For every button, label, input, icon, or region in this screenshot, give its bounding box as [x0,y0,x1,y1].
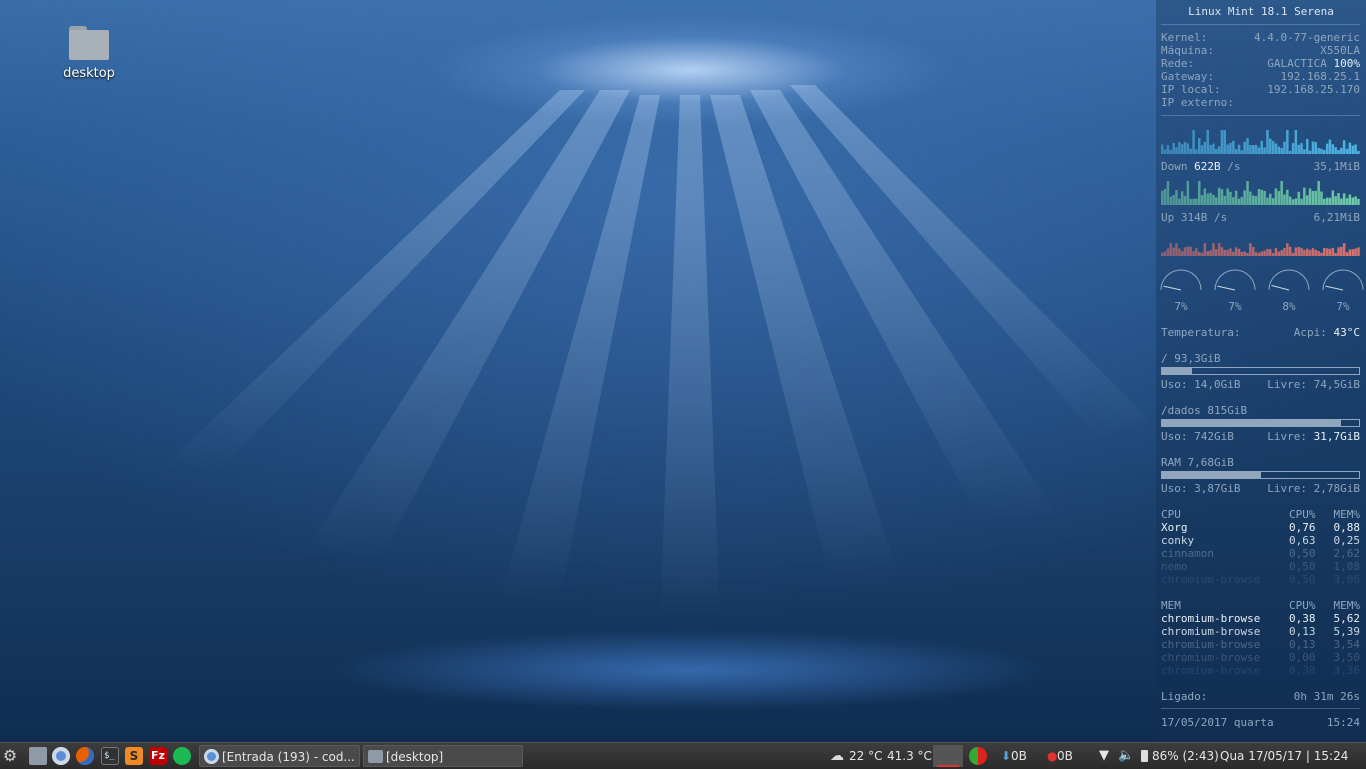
disk-dados-usage-bar [1161,419,1360,427]
core-gauge: 7% [1213,262,1257,313]
chromium-icon[interactable] [52,747,70,765]
uptime-row: Ligado: 0h 31m 26s [1161,690,1360,703]
mem-table-row: chromium-browse 0,13 3,54 [1161,638,1360,651]
mem-table-header: MEM CPU% MEM% [1161,599,1360,612]
weather-icon[interactable]: ☁ [830,743,844,769]
firefox-icon[interactable] [76,747,94,765]
gauge-arc-icon [1268,269,1310,291]
desktop-folder-label: desktop [63,66,115,81]
conky-system-monitor: Linux Mint 18.1 Serena Kernel: 4.4.0-77-g… [1156,0,1366,742]
taskbar: ⚙ $_ S Fz [Entrada (193) - cod... [deskt… [0,742,1366,769]
clock[interactable]: Qua 17/05/17 | 15:24 [1220,743,1348,769]
terminal-icon[interactable]: $_ [101,747,119,765]
battery-icon[interactable] [1141,750,1148,762]
battery-status[interactable]: 86% (2:43) [1152,743,1219,769]
window-button-chromium[interactable]: [Entrada (193) - cod... [199,745,360,767]
chromium-icon [204,749,219,764]
sysinfo-external-ip: IP externo: [1161,96,1234,109]
sysinfo-machine: Máquina: X550LA [1161,44,1360,57]
core-gauge: 7% [1321,262,1365,313]
divider [1161,115,1360,116]
temperature-row: Temperatura: Acpi: 43°C [1161,326,1360,339]
cpu-history-graph [1161,243,1360,256]
gauge-arc-icon [1214,269,1256,291]
datetime-row: 17/05/2017 quarta 15:24 [1161,716,1360,729]
cpu-table-row: cinnamon 0,50 2,62 [1161,547,1360,560]
core-gauge: 8% [1267,262,1311,313]
ram-usage-bar [1161,471,1360,479]
sublime-icon[interactable]: S [125,747,143,765]
mem-table-row: chromium-browse 0,00 3,50 [1161,651,1360,664]
gauge-arc-icon [1160,269,1202,291]
disk-root-title: / 93,3GiB [1161,352,1221,365]
mem-table-row: chromium-browse 0,38 3,36 [1161,664,1360,677]
upload-speed: Up 314B /s 6,21MiB [1161,211,1360,224]
cpu-table-header: CPU CPU% MEM% [1161,508,1360,521]
volume-icon[interactable]: 🔈 [1118,743,1134,769]
net-up-value[interactable]: 0B [1057,743,1073,769]
wifi-icon[interactable]: ▼ [1099,743,1109,769]
core-gauge: 7% [1159,262,1203,313]
system-monitor-applet[interactable] [933,745,963,767]
sysinfo-gateway: Gateway: 192.168.25.1 [1161,70,1360,83]
desktop-folder-shortcut[interactable]: desktop [54,26,124,81]
sysinfo-kernel: Kernel: 4.4.0-77-generic [1161,31,1360,44]
cpu-temp[interactable]: 41.3 °C [887,743,932,769]
disk-root-stats: Uso: 14,0GiB Livre: 74,5GiB [1161,378,1360,391]
sysinfo-local-ip: IP local: 192.168.25.170 [1161,83,1360,96]
folder-icon [69,26,109,60]
ram-title: RAM 7,68GiB [1161,456,1234,469]
spotify-icon[interactable] [173,747,191,765]
gauge-arc-icon [1322,269,1364,291]
window-button-label: [Entrada (193) - cod... [222,750,355,764]
os-title: Linux Mint 18.1 Serena [1188,5,1334,18]
ram-stats: Uso: 3,87GiB Livre: 2,78GiB [1161,482,1360,495]
cpu-table-row: nemo 0,50 1,08 [1161,560,1360,573]
divider [1161,24,1360,25]
net-up-icon: ● [1047,749,1058,763]
cpu-table-row: conky 0,63 0,25 [1161,534,1360,547]
menu-icon[interactable]: ⚙ [1,747,19,765]
upload-graph [1161,181,1360,205]
filezilla-icon[interactable]: Fz [149,747,167,765]
mem-table-row: chromium-browse 0,38 5,62 [1161,612,1360,625]
divider [1161,708,1360,709]
disk-dados-stats: Uso: 742GiB Livre: 31,7GiB [1161,430,1360,443]
disk-usage-pie-icon[interactable] [969,747,987,765]
sysinfo-network: Rede: GALACTICA 100% [1161,57,1360,70]
disk-root-usage-bar [1161,367,1360,375]
weather-temp[interactable]: 22 °C [849,743,882,769]
sunbeam-rays [160,85,1150,620]
window-button-desktop-folder[interactable]: [desktop] [363,745,523,767]
net-down-value[interactable]: 0B [1011,743,1027,769]
download-speed: Down 622B /s 35,1MiB [1161,160,1360,173]
net-down-icon: ⬇ [1001,749,1012,763]
folder-icon [368,750,383,763]
mem-table-row: chromium-browse 0,13 5,39 [1161,625,1360,638]
cpu-table-row: chromium-browse 0,50 3,06 [1161,573,1360,586]
window-button-label: [desktop] [386,750,444,764]
cpu-table-row: Xorg 0,76 0,88 [1161,521,1360,534]
disk-dados-title: /dados 815GiB [1161,404,1248,417]
download-graph [1161,130,1360,154]
files-icon[interactable] [29,747,47,765]
